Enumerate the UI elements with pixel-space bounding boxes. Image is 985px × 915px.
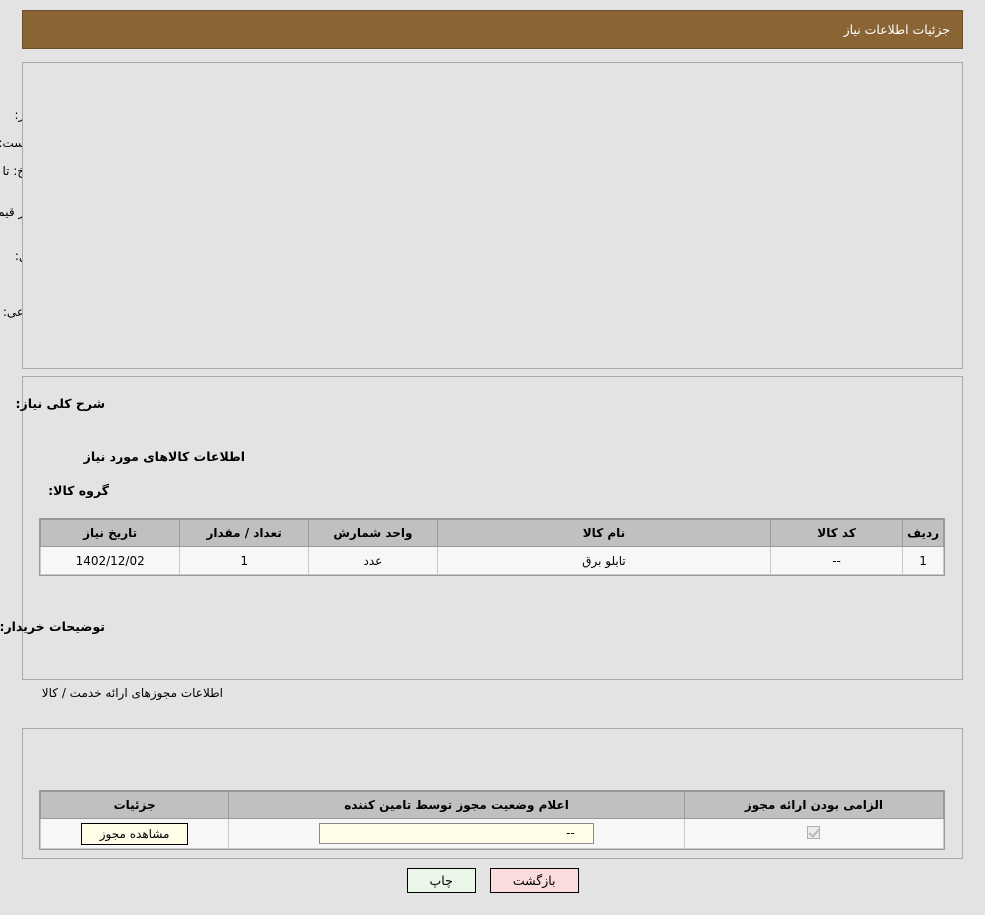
page-title: جزئیات اطلاعات نیاز xyxy=(22,10,963,49)
permits-td-details: مشاهده مجوز xyxy=(39,818,230,849)
permits-table: الزامی بودن ارائه مجوز اعلام وضعیت مجوز … xyxy=(39,791,945,849)
goods-th-code: کد کالا xyxy=(769,519,904,547)
goods-th-name: نام کالا xyxy=(436,519,771,547)
goods-group-label: گروه کالا: xyxy=(48,483,109,498)
goods-table: ردیف کد کالا نام کالا واحد شمارش تعداد /… xyxy=(39,519,944,575)
goods-table-header-row: ردیف کد کالا نام کالا واحد شمارش تعداد /… xyxy=(39,519,944,547)
goods-table-wrapper: ردیف کد کالا نام کالا واحد شمارش تعداد /… xyxy=(39,518,945,576)
permits-th-status: اعلام وضعیت مجوز توسط تامین کننده xyxy=(228,791,685,819)
view-permit-button[interactable]: مشاهده مجوز xyxy=(80,822,189,845)
table-row: -- مشاهده مجوز xyxy=(39,818,945,849)
goods-td-name: تابلو برق xyxy=(436,546,771,575)
back-button[interactable]: بازگشت xyxy=(489,868,579,893)
permits-td-required xyxy=(683,818,945,849)
table-row: 1 -- تابلو برق عدد 1 1402/12/02 xyxy=(39,546,944,575)
goods-th-unit: واحد شمارش xyxy=(307,519,438,547)
goods-td-code: -- xyxy=(769,546,904,575)
goods-th-qty: تعداد / مقدار xyxy=(179,519,309,547)
goods-td-unit: عدد xyxy=(307,546,438,575)
permit-status-select[interactable]: -- xyxy=(319,823,594,844)
print-button[interactable]: چاپ xyxy=(406,868,476,893)
goods-section-title: اطلاعات کالاهای مورد نیاز xyxy=(83,449,245,464)
permits-section-title: اطلاعات مجوزهای ارائه خدمت / کالا xyxy=(41,686,223,700)
permits-td-status: -- xyxy=(228,818,685,849)
goods-th-date: تاریخ نیاز xyxy=(39,519,181,547)
goods-td-row: 1 xyxy=(902,546,944,575)
page-root: AriaTender.net جزئیات اطلاعات نیاز شماره… xyxy=(0,0,985,915)
need-description-label: شرح کلی نیاز: xyxy=(15,396,105,411)
footer-actions: بازگشت چاپ xyxy=(0,868,985,893)
permit-required-checkbox xyxy=(807,825,821,839)
permits-table-wrapper: الزامی بودن ارائه مجوز اعلام وضعیت مجوز … xyxy=(39,790,945,850)
need-info-panel xyxy=(22,62,963,369)
buyer-notes-label: توضیحات خریدار: xyxy=(0,619,105,634)
goods-th-row: ردیف xyxy=(902,519,944,547)
goods-td-qty: 1 xyxy=(179,546,309,575)
permits-th-required: الزامی بودن ارائه مجوز xyxy=(683,791,945,819)
permits-th-details: جزئیات xyxy=(39,791,230,819)
permits-table-header-row: الزامی بودن ارائه مجوز اعلام وضعیت مجوز … xyxy=(39,791,945,819)
goods-td-date: 1402/12/02 xyxy=(39,546,181,575)
